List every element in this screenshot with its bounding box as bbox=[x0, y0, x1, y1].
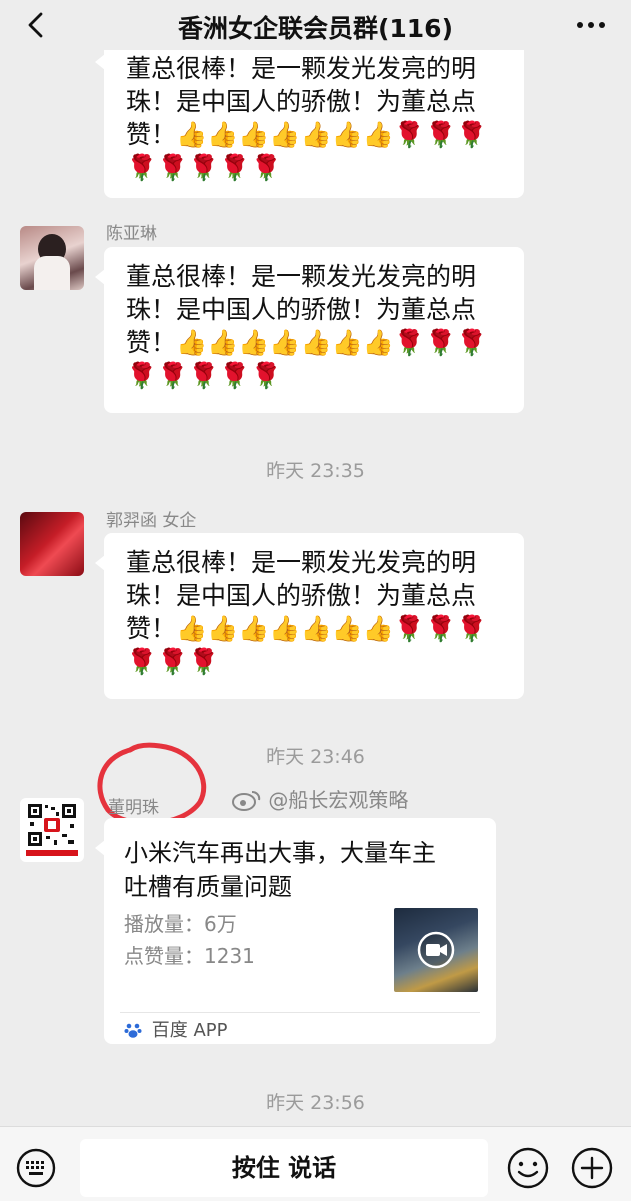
chat-title: 香洲女企联会员群(116) bbox=[177, 14, 454, 43]
more-icon[interactable] bbox=[573, 11, 609, 39]
card-source-label: 百度 APP bbox=[151, 1020, 228, 1041]
video-play-icon bbox=[417, 931, 455, 969]
like-count: 点赞量：1231 bbox=[124, 944, 255, 968]
message-line: 🌹🌹🌹 bbox=[126, 647, 220, 676]
message-line: 董总很棒！是一颗发光发亮的明 bbox=[126, 548, 477, 577]
shared-link-card[interactable]: 小米汽车再出大事，大量车主 吐槽有质量问题 播放量：6万 点赞量：1231 百度… bbox=[95, 818, 496, 1044]
weibo-watermark: @船长宏观策略 bbox=[232, 784, 408, 813]
qr-code-icon bbox=[26, 802, 78, 856]
card-title: 小米汽车再出大事，大量车主 吐槽有质量问题 bbox=[124, 836, 484, 904]
emoji-icon[interactable] bbox=[506, 1146, 550, 1190]
message-line: 董总很棒！是一颗发光发亮的明 bbox=[126, 262, 477, 291]
weibo-icon bbox=[232, 791, 261, 811]
card-source: 百度 APP bbox=[124, 1016, 227, 1042]
message-bubble[interactable]: 董总很棒！是一颗发光发亮的明 珠！是中国人的骄傲！为董总点 赞！👍👍👍👍👍👍👍🌹… bbox=[95, 32, 524, 198]
message-bubble[interactable]: 董总很棒！是一颗发光发亮的明 珠！是中国人的骄傲！为董总点 赞！👍👍👍👍👍👍👍🌹… bbox=[95, 533, 524, 699]
card-title-line: 小米汽车再出大事，大量车主 bbox=[124, 839, 436, 867]
play-count: 播放量：6万 bbox=[124, 912, 237, 936]
timestamp: 昨天 23:35 bbox=[266, 460, 365, 482]
divider bbox=[120, 1012, 480, 1013]
message-line: 🌹🌹🌹🌹🌹 bbox=[126, 361, 282, 390]
sender-name: 陈亚琳 bbox=[106, 224, 157, 244]
card-title-line: 吐槽有质量问题 bbox=[124, 873, 292, 901]
input-bar: 按住 说话 bbox=[0, 1126, 631, 1201]
weibo-handle: @船长宏观策略 bbox=[268, 788, 409, 812]
baidu-paw-icon bbox=[124, 1023, 142, 1038]
timestamp: 昨天 23:56 bbox=[266, 1092, 365, 1114]
message-line: 珠！是中国人的骄傲！为董总点 bbox=[126, 581, 477, 610]
top-bar: 香洲女企联会员群(116) bbox=[0, 0, 631, 50]
chat-area[interactable]: 董总很棒！是一颗发光发亮的明 珠！是中国人的骄傲！为董总点 赞！👍👍👍👍👍👍👍🌹… bbox=[0, 0, 631, 1126]
keyboard-icon[interactable] bbox=[16, 1148, 56, 1188]
message-line: 赞！👍👍👍👍👍👍👍🌹🌹🌹 bbox=[126, 120, 488, 149]
message-line: 珠！是中国人的骄傲！为董总点 bbox=[126, 87, 477, 116]
avatar[interactable] bbox=[20, 798, 84, 862]
avatar[interactable] bbox=[20, 226, 84, 290]
message-line: 赞！👍👍👍👍👍👍👍🌹🌹🌹 bbox=[126, 328, 488, 357]
plus-icon[interactable] bbox=[570, 1146, 614, 1190]
message-line: 赞！👍👍👍👍👍👍👍🌹🌹🌹 bbox=[126, 614, 488, 643]
sender-name: 郭羿函 女企 bbox=[106, 511, 197, 531]
message-line: 珠！是中国人的骄傲！为董总点 bbox=[126, 295, 477, 324]
sender-name: 董明珠 bbox=[108, 798, 159, 818]
message-line: 🌹🌹🌹🌹🌹 bbox=[126, 153, 282, 182]
message-bubble[interactable]: 董总很棒！是一颗发光发亮的明 珠！是中国人的骄傲！为董总点 赞！👍👍👍👍👍👍👍🌹… bbox=[95, 247, 524, 413]
message-line: 董总很棒！是一颗发光发亮的明 bbox=[126, 54, 477, 83]
avatar[interactable] bbox=[20, 512, 84, 576]
video-thumbnail[interactable] bbox=[394, 908, 478, 992]
hold-to-talk-button[interactable]: 按住 说话 bbox=[80, 1139, 488, 1197]
